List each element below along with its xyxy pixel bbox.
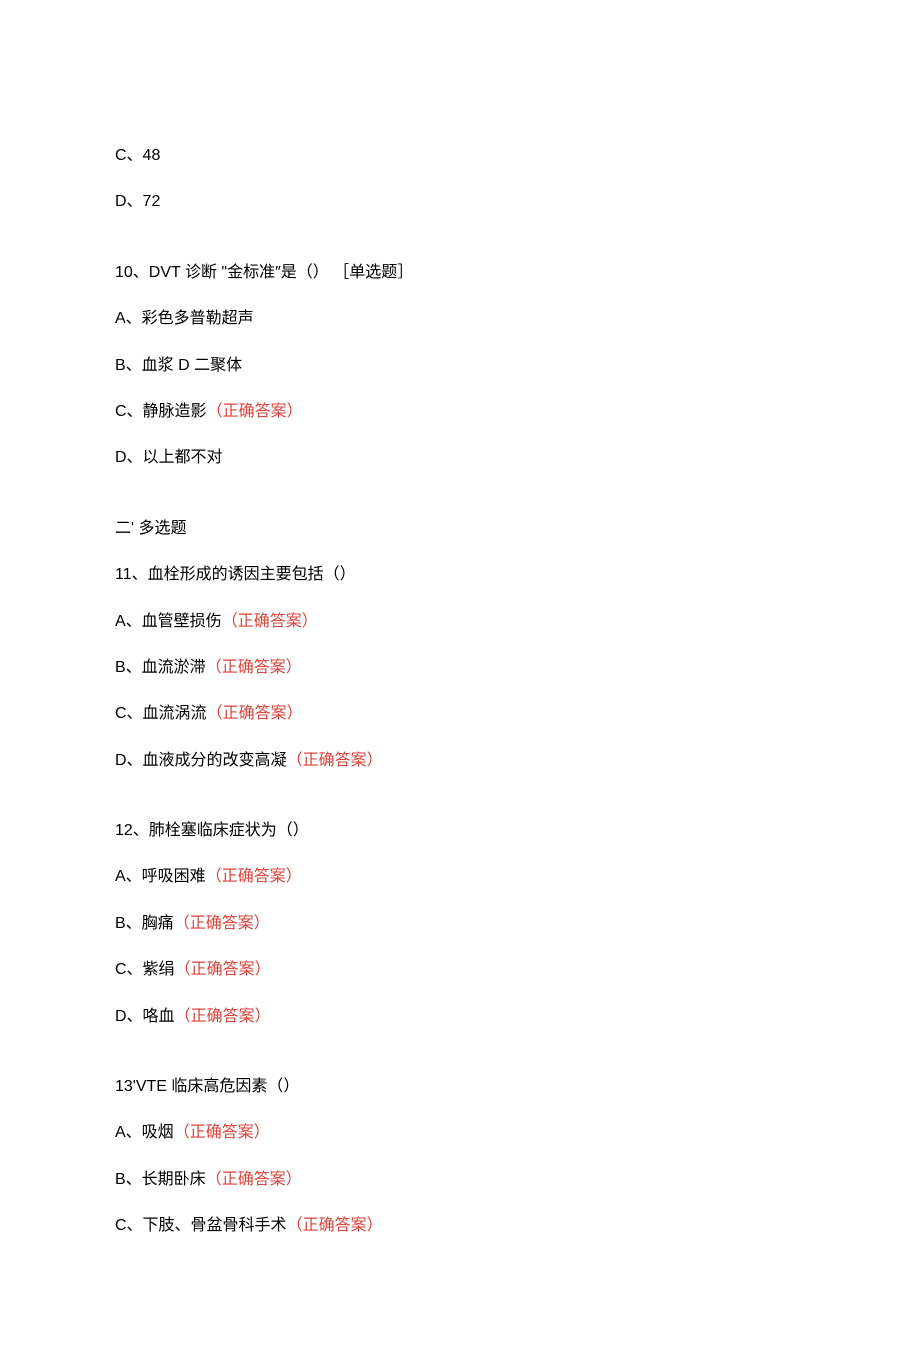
q12-option-c-text: C、紫绢 [115, 961, 175, 978]
correct-answer-label: （正确答案） [287, 1217, 383, 1234]
correct-answer-label: （正确答案） [175, 1008, 271, 1025]
q12-option-a: A、呼吸困难（正确答案） [115, 866, 805, 888]
q11-option-c: C、血流涡流（正确答案） [115, 703, 805, 725]
q11-option-c-text: C、血流涡流 [115, 705, 207, 722]
q11-stem: 11、血栓形成的诱因主要包括（） [115, 564, 805, 586]
q11-option-d: D、血液成分的改变高凝（正确答案） [115, 750, 805, 772]
correct-answer-label: （正确答案） [222, 613, 318, 630]
correct-answer-label: （正确答案） [206, 868, 302, 885]
q13-option-c: C、下肢、骨盆骨科手术（正确答案） [115, 1215, 805, 1237]
q11-option-a: A、血管壁损伤（正确答案） [115, 611, 805, 633]
correct-answer-label: （正确答案） [287, 752, 383, 769]
q12-option-b: B、胸痛（正确答案） [115, 913, 805, 935]
q13-option-b: B、长期卧床（正确答案） [115, 1169, 805, 1191]
q10-option-c: C、静脉造影（正确答案） [115, 401, 805, 423]
q12-option-d-text: D、咯血 [115, 1008, 175, 1025]
q10-option-a: A、彩色多普勒超声 [115, 308, 805, 330]
q11-option-b-text: B、血流淤滞 [115, 659, 206, 676]
spacer [115, 1052, 805, 1076]
correct-answer-label: （正确答案） [207, 705, 303, 722]
spacer [115, 238, 805, 262]
q13-option-b-text: B、长期卧床 [115, 1171, 206, 1188]
q12-option-c: C、紫绢（正确答案） [115, 959, 805, 981]
q10-stem: 10、DVT 诊断 "金标准″是（） ［单选题］ [115, 262, 805, 284]
correct-answer-label: （正确答案） [175, 961, 271, 978]
correct-answer-label: （正确答案） [174, 915, 270, 932]
q11-option-a-text: A、血管壁损伤 [115, 613, 222, 630]
q11-option-b: B、血流淤滞（正确答案） [115, 657, 805, 679]
correct-answer-label: （正确答案） [206, 659, 302, 676]
q10-option-c-text: C、静脉造影 [115, 403, 207, 420]
q13-option-c-text: C、下肢、骨盆骨科手术 [115, 1217, 287, 1234]
q13-stem: 13'VTE 临床高危因素（） [115, 1076, 805, 1098]
spacer [115, 494, 805, 518]
spacer [115, 796, 805, 820]
correct-answer-label: （正确答案） [207, 403, 303, 420]
q13-option-a-text: A、吸烟 [115, 1124, 174, 1141]
q9-option-c: C、48 [115, 145, 805, 167]
q12-option-d: D、咯血（正确答案） [115, 1006, 805, 1028]
correct-answer-label: （正确答案） [174, 1124, 270, 1141]
q12-option-a-text: A、呼吸困难 [115, 868, 206, 885]
q11-option-d-text: D、血液成分的改变高凝 [115, 752, 287, 769]
q13-option-a: A、吸烟（正确答案） [115, 1122, 805, 1144]
q12-stem: 12、肺栓塞临床症状为（） [115, 820, 805, 842]
document-page: C、48 D、72 10、DVT 诊断 "金标准″是（） ［单选题］ A、彩色多… [0, 0, 920, 1362]
q10-option-d: D、以上都不对 [115, 447, 805, 469]
correct-answer-label: （正确答案） [206, 1171, 302, 1188]
q12-option-b-text: B、胸痛 [115, 915, 174, 932]
q10-option-b: B、血浆 D 二聚体 [115, 355, 805, 377]
section-2-heading: 二' 多选题 [115, 518, 805, 540]
q9-option-d: D、72 [115, 191, 805, 213]
